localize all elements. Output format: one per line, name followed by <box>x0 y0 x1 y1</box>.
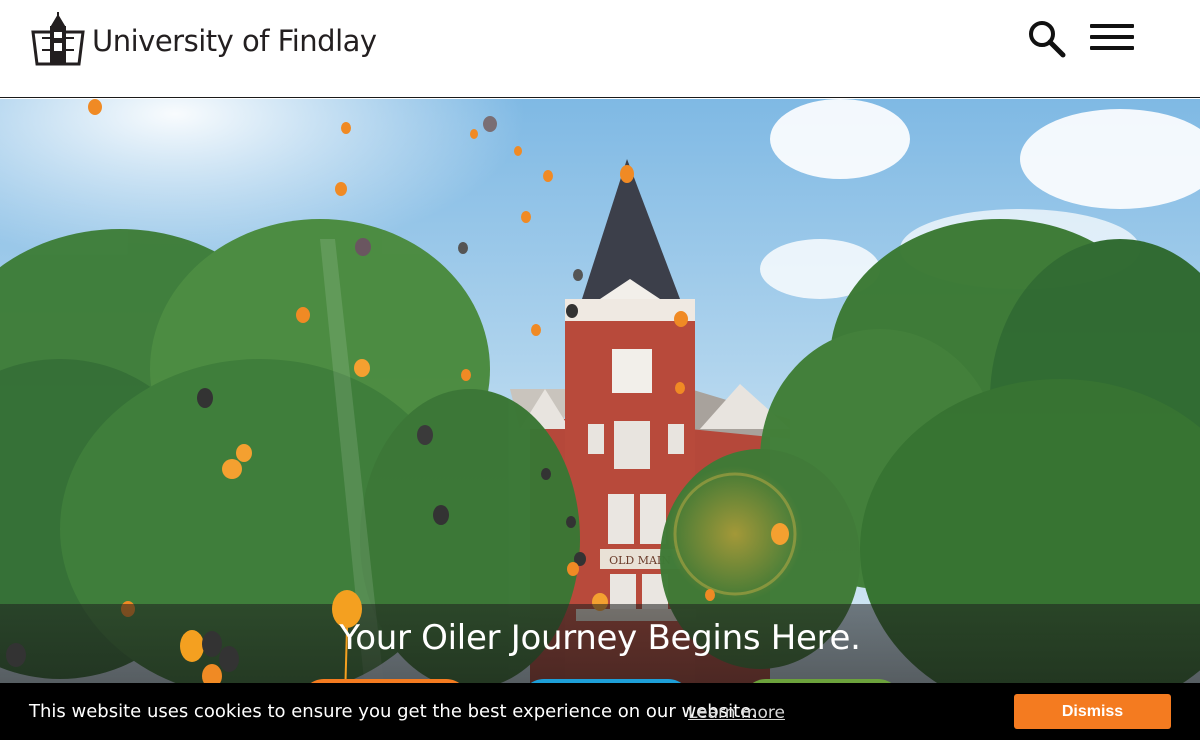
learn-more-link[interactable]: Learn more <box>688 703 785 723</box>
hamburger-menu-button[interactable] <box>1090 24 1134 54</box>
menu-bar <box>1090 35 1134 39</box>
site-header: University of Findlay <box>0 0 1200 98</box>
menu-bar <box>1090 24 1134 28</box>
dismiss-button[interactable]: Dismiss <box>1014 694 1171 729</box>
hero-banner: OLD MAIN Your Oiler Journey Begins Here. <box>0 99 1200 740</box>
search-button[interactable] <box>1026 18 1068 60</box>
cookie-consent-bar: This website uses cookies to ensure you … <box>0 683 1200 740</box>
search-icon <box>1029 21 1066 58</box>
university-logo[interactable]: University of Findlay <box>30 10 377 68</box>
hero-title: Your Oiler Journey Begins Here. <box>339 618 861 658</box>
menu-bar <box>1090 46 1134 50</box>
logo-text: University of Findlay <box>92 24 377 58</box>
cookie-message: This website uses cookies to ensure you … <box>29 701 757 722</box>
old-main-tower-icon <box>31 12 85 66</box>
